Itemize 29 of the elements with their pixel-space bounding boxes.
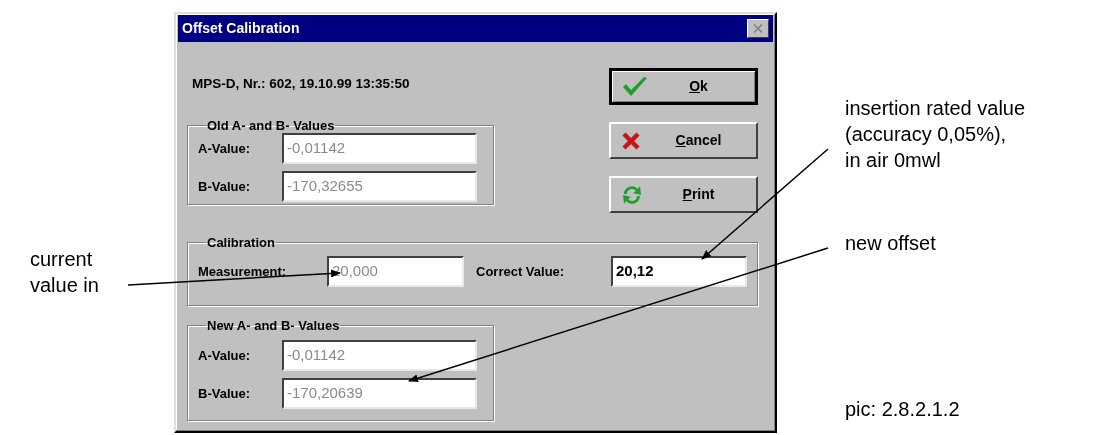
dialog-button[interactable]: Cancel [609, 122, 758, 159]
dialog-button[interactable]: Print [609, 176, 758, 213]
annotation-text: insertion rated value (accuracy 0,05%), in air 0mwl [845, 96, 1026, 173]
field-label: Measurement: [198, 262, 288, 281]
group-title: Old A- and B- Values [206, 118, 336, 133]
device-info: MPS-D, Nr.: 602, 19.10.99 13:35:50 [192, 76, 411, 92]
group-title: Calibration [206, 235, 276, 250]
field-label: A-Value: [198, 139, 251, 158]
window-title: Offset Calibration [182, 19, 300, 38]
input-field: 20,000 [327, 256, 464, 287]
close-button[interactable] [747, 19, 769, 38]
group-title: New A- and B- Values [206, 318, 341, 333]
input-field[interactable]: 20,12 [611, 256, 747, 287]
input-field: -0,01142 [282, 340, 477, 371]
annotation-text: current value in [30, 247, 99, 298]
annotation-text: new offset [845, 231, 936, 256]
refresh-icon [621, 183, 643, 206]
input-field: -170,20639 [282, 378, 477, 409]
field-label: A-Value: [198, 346, 251, 365]
close-icon [753, 24, 763, 33]
field-label: B-Value: [198, 384, 251, 403]
dialog-button[interactable]: Ok [609, 68, 758, 105]
input-field: -170,32655 [282, 171, 477, 202]
figure-caption: pic: 2.8.2.1.2 [845, 397, 960, 422]
field-label: Correct Value: [476, 262, 566, 281]
check-icon [622, 75, 648, 98]
cross-icon [621, 130, 641, 151]
input-field: -0,01142 [282, 133, 477, 164]
field-label: B-Value: [198, 177, 251, 196]
